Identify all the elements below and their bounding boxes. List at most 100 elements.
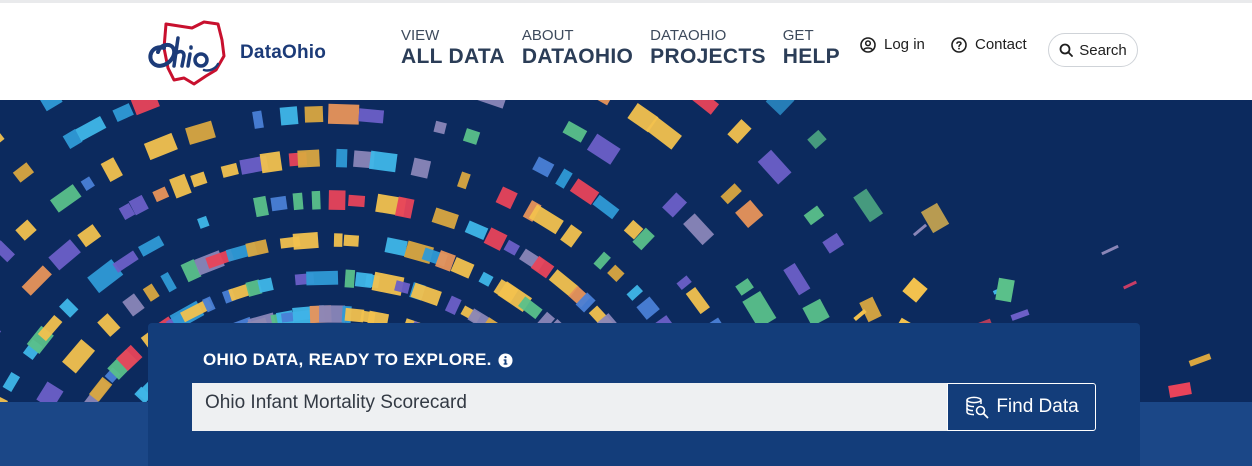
- nav-about-dataohio[interactable]: ABOUT DATAOHIO: [522, 28, 633, 70]
- nav-label: PROJECTS: [650, 45, 766, 68]
- mosaic-tile: [190, 171, 208, 188]
- mosaic-tile: [62, 339, 96, 374]
- mosaic-tile: [12, 162, 35, 183]
- mosaic-tile: [555, 168, 573, 189]
- mosaic-tile: [444, 295, 462, 315]
- ohio-logo: [148, 20, 226, 86]
- mosaic-tile: [433, 120, 447, 135]
- mosaic-tile: [59, 298, 79, 318]
- mosaic-tile: [292, 192, 304, 211]
- main-nav: VIEW ALL DATA ABOUT DATAOHIO DATAOHIO PR…: [401, 28, 857, 70]
- mosaic-tile: [185, 120, 216, 145]
- mosaic-tile: [297, 149, 320, 168]
- mosaic-tile: [75, 116, 107, 142]
- mosaic-tile: [685, 286, 710, 315]
- find-data-button[interactable]: Find Data: [947, 383, 1096, 431]
- database-search-icon: [966, 396, 989, 419]
- mosaic-tile: [358, 108, 385, 124]
- mosaic-tile: [143, 132, 178, 161]
- mosaic-tile: [757, 149, 792, 185]
- mosaic-tile: [662, 192, 688, 218]
- mosaic-tile: [328, 190, 346, 211]
- mosaic-tile: [1123, 280, 1137, 290]
- mosaic-tile: [319, 305, 346, 323]
- mosaic-tile: [822, 232, 845, 254]
- nav-label: ALL DATA: [401, 45, 505, 68]
- site-header: DataOhio VIEW ALL DATA ABOUT DATAOHIO DA…: [0, 3, 1252, 100]
- mosaic-tile: [122, 293, 145, 317]
- nav-dataohio-projects[interactable]: DATAOHIO PROJECTS: [650, 28, 766, 70]
- mosaic-tile: [0, 395, 8, 402]
- mosaic-tile: [592, 194, 620, 220]
- mosaic-tile: [49, 184, 82, 213]
- mosaic-tile: [765, 100, 795, 116]
- nav-label: DATAOHIO: [521, 45, 634, 68]
- nav-get-help[interactable]: GET HELP: [783, 28, 840, 70]
- mosaic-tile: [259, 151, 283, 174]
- mosaic-tile: [585, 100, 617, 106]
- mosaic-tile: [586, 133, 621, 165]
- mosaic-tile: [902, 277, 928, 303]
- contact-link[interactable]: Contact: [951, 36, 1027, 53]
- login-link[interactable]: Log in: [860, 36, 925, 53]
- question-circle-icon: [951, 36, 967, 53]
- mosaic-tile: [0, 240, 15, 263]
- mosaic-tile: [683, 213, 715, 246]
- mosaic-tile: [152, 186, 170, 203]
- mosaic-tile: [48, 239, 81, 271]
- mosaic-tile: [142, 283, 160, 302]
- nav-kicker: VIEW: [401, 27, 440, 44]
- mosaic-tile: [80, 176, 95, 191]
- mosaic-tile: [995, 277, 1015, 303]
- mosaic-tile: [720, 183, 742, 205]
- nav-view-all-data[interactable]: VIEW ALL DATA: [401, 28, 505, 70]
- mosaic-tile: [607, 264, 625, 282]
- mosaic-tile: [169, 173, 192, 199]
- mosaic-tile: [450, 256, 475, 279]
- mosaic-tile: [311, 190, 321, 210]
- mosaic-tile: [160, 272, 177, 293]
- mosaic-tile: [410, 157, 432, 179]
- search-card-heading: OHIO DATA, READY TO EXPLORE.: [203, 350, 513, 370]
- mosaic-tile: [1101, 244, 1119, 256]
- mosaic-tile: [279, 106, 299, 126]
- mosaic-tile: [1168, 382, 1192, 398]
- search-button-label: Search: [1079, 41, 1127, 59]
- mosaic-tile: [431, 207, 459, 230]
- nav-label: HELP: [782, 45, 840, 68]
- mosaic-tile: [676, 275, 692, 291]
- mosaic-tile: [626, 284, 644, 301]
- mosaic-tile: [859, 296, 882, 323]
- mosaic-tile: [457, 171, 471, 190]
- contact-label: Contact: [975, 36, 1027, 53]
- mosaic-tile: [560, 224, 583, 248]
- info-icon[interactable]: [498, 352, 513, 368]
- user-circle-icon: [860, 36, 876, 53]
- mosaic-tile: [853, 188, 884, 223]
- mosaic-tile: [36, 381, 64, 402]
- mosaic-tile: [21, 265, 52, 296]
- mosaic-tile: [304, 105, 324, 123]
- nav-kicker: ABOUT: [521, 27, 574, 44]
- mosaic-tile: [253, 195, 269, 218]
- data-search-input[interactable]: Ohio Infant Mortality Scorecard: [192, 383, 948, 431]
- mosaic-tile: [130, 100, 160, 116]
- mosaic-tile: [735, 199, 764, 229]
- mosaic-tile: [636, 296, 660, 320]
- mosaic-tile: [1010, 309, 1030, 321]
- search-card-title: OHIO DATA, READY TO EXPLORE.: [203, 350, 492, 369]
- mosaic-tile: [2, 371, 21, 393]
- nav-kicker: DATAOHIO: [650, 27, 727, 44]
- mosaic-tile: [257, 277, 274, 293]
- mosaic-tile: [912, 223, 928, 237]
- mosaic-tile: [77, 224, 102, 248]
- mosaic-tile: [112, 103, 134, 123]
- mosaic-tile: [807, 129, 827, 150]
- mosaic-tile: [727, 119, 752, 144]
- mosaic-tile: [384, 237, 408, 257]
- home-logo-link[interactable]: DataOhio: [144, 18, 326, 88]
- mosaic-tile: [100, 157, 123, 182]
- header-search-button[interactable]: Search: [1048, 33, 1138, 67]
- mosaic-tile: [97, 313, 121, 337]
- mosaic-tile: [327, 103, 360, 125]
